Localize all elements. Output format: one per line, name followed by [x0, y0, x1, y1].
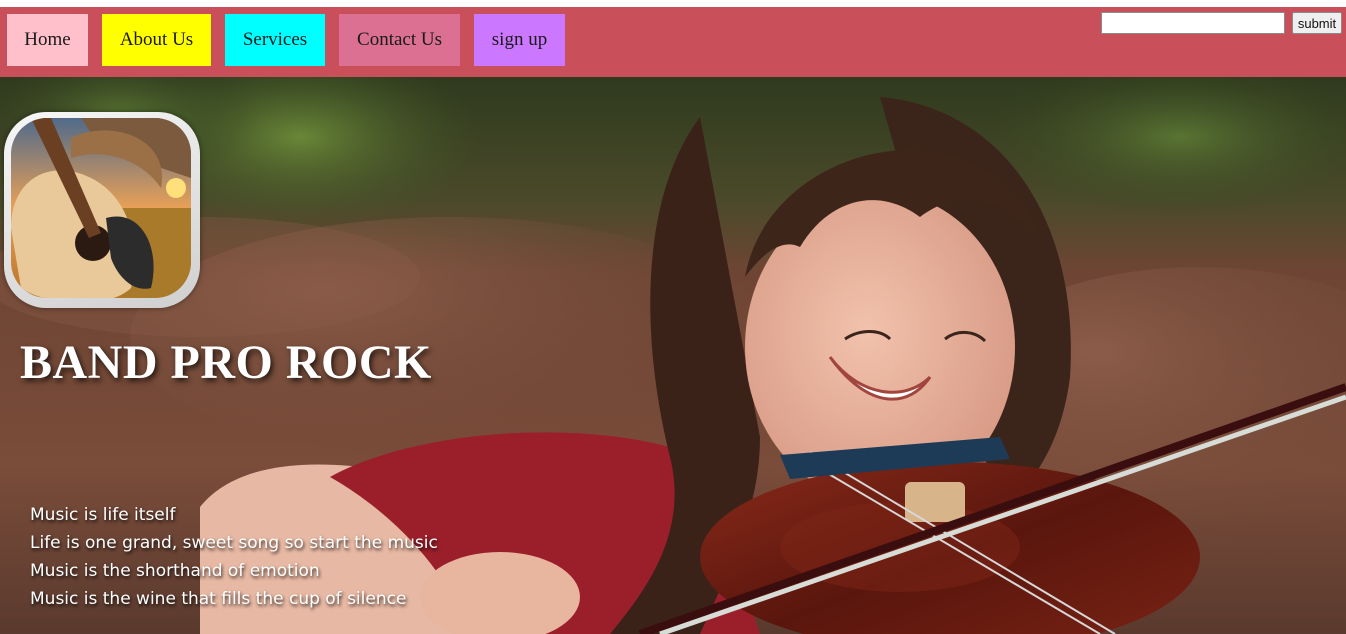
- nav-services[interactable]: Services: [225, 14, 325, 66]
- quote-line: Music is the wine that fills the cup of …: [30, 589, 407, 609]
- guitar-icon: [11, 118, 191, 298]
- nav-about-us[interactable]: About Us: [102, 14, 211, 66]
- quote-line: Music is life itself: [30, 505, 176, 525]
- navigation-bar: Home About Us Services Contact Us sign u…: [0, 7, 1346, 77]
- nav-home[interactable]: Home: [7, 14, 88, 66]
- quote-list: Music is life itself Life is one grand, …: [30, 501, 438, 613]
- top-border: [0, 0, 1346, 7]
- band-title: BAND PRO ROCK: [20, 336, 432, 389]
- logo-frame: [4, 112, 200, 308]
- nav-sign-up[interactable]: sign up: [474, 14, 565, 66]
- search-input[interactable]: [1101, 12, 1285, 34]
- nav-contact-us[interactable]: Contact Us: [339, 14, 460, 66]
- quote-line: Life is one grand, sweet song so start t…: [30, 533, 438, 553]
- quote-line: Music is the shorthand of emotion: [30, 561, 320, 581]
- hero-banner: BAND PRO ROCK Music is life itself Life …: [0, 77, 1346, 634]
- submit-button[interactable]: submit: [1292, 12, 1342, 34]
